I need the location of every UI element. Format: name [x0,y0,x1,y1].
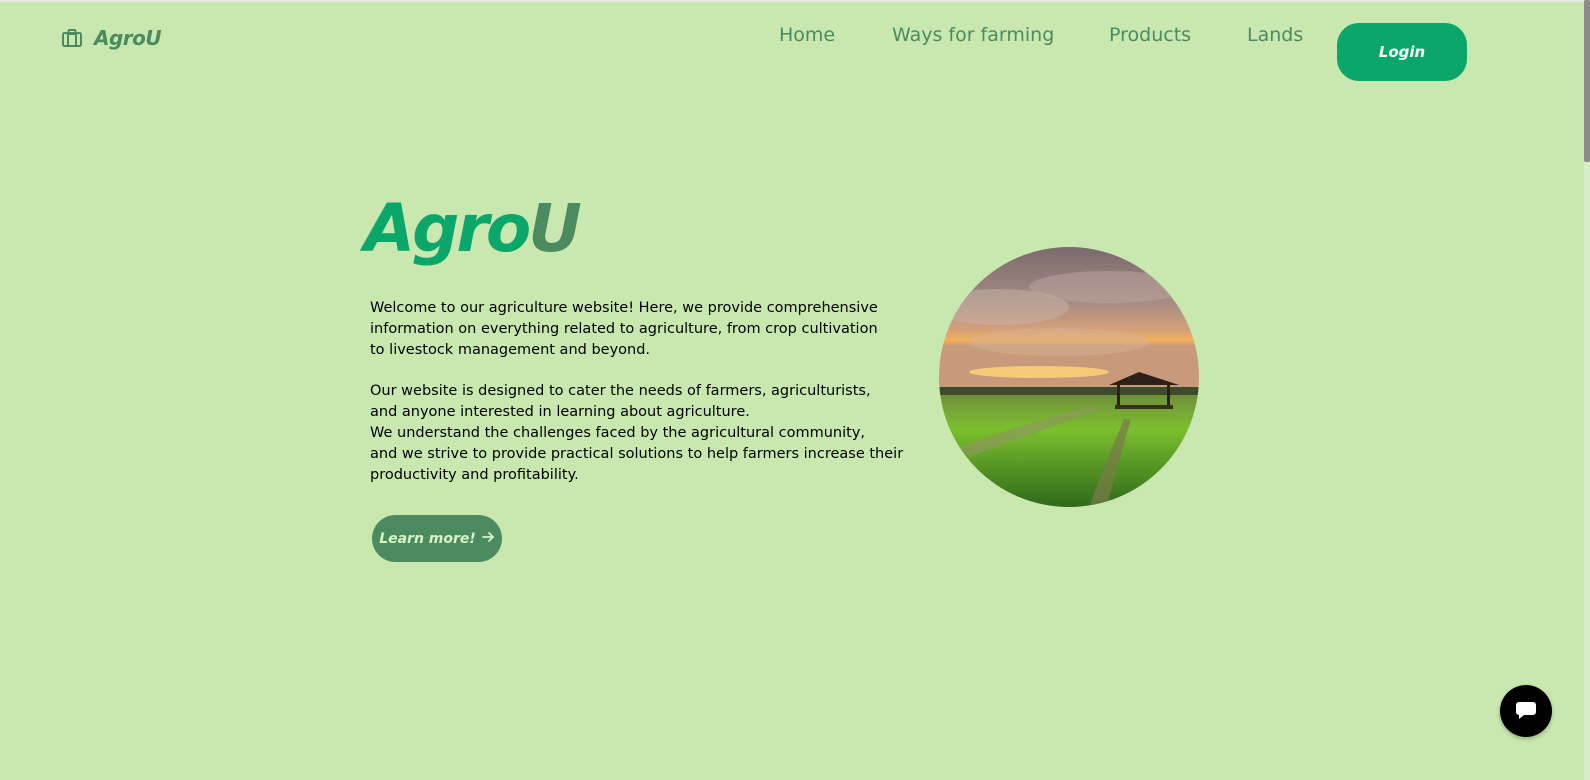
nav-item-home[interactable]: Home [779,24,835,46]
farm-field-sunset-image [939,247,1199,507]
learn-more-label: Learn more! [379,530,476,547]
chat-bubble-icon [1515,700,1537,723]
nav-item-lands[interactable]: Lands [1247,24,1303,46]
top-border [0,0,1590,2]
hero-title: AgroU [364,196,582,262]
nav-item-products[interactable]: Products [1109,24,1191,46]
arrow-right-icon [481,531,495,547]
hero-title-agro: Agro [364,190,531,267]
hero-title-u: U [528,190,582,267]
chat-button[interactable] [1500,685,1552,737]
hero-paragraph-mission: Our website is designed to cater the nee… [370,383,904,483]
scrollbar-track[interactable] [1584,0,1590,780]
nav-item-ways-for-farming[interactable]: Ways for farming [892,24,1054,46]
learn-more-button[interactable]: Learn more! [372,515,502,562]
login-button[interactable]: Login [1337,23,1467,81]
hero-paragraph-intro: Welcome to our agriculture website! Here… [370,300,878,358]
hero-description: Welcome to our agriculture website! Here… [370,298,930,486]
